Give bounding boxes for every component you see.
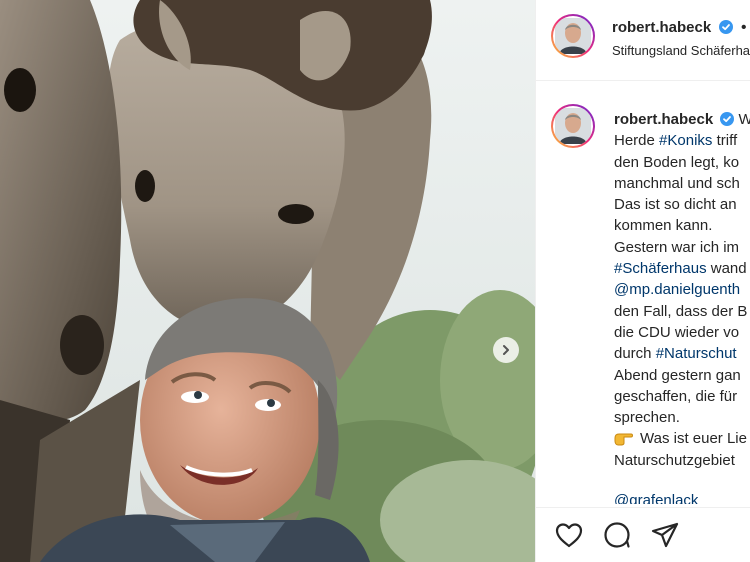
hashtag-schaeferhaus[interactable]: #Schäferhaus [614, 260, 707, 277]
caption-line: manchmal und sch [614, 173, 750, 194]
caption-text: sprechen. [614, 409, 680, 427]
caption-line: #Schäferhaus wand [614, 258, 750, 279]
caption-line: Das ist so dicht an [614, 194, 750, 215]
verified-badge-icon [720, 112, 735, 126]
post-header: robert.habeck • Stiftungsland Schäferhau… [536, 0, 750, 81]
caption-text: Gestern war ich im [614, 238, 740, 256]
caption-line: durch #Naturschut [614, 343, 750, 364]
caption-line: Abend gestern gan [614, 365, 750, 386]
hashtag-koniks[interactable]: #Koniks [659, 132, 712, 149]
caption-text: Herde [614, 132, 660, 150]
caption-text: manchmal und sch [614, 174, 740, 192]
profile-photo-icon [555, 108, 591, 144]
caption-text: Das ist so dicht an [614, 196, 737, 214]
post-caption: robert.habeck W Herde #Koniks triff den … [614, 109, 750, 471]
post-side-panel: robert.habeck • Stiftungsland Schäferhau… [535, 0, 750, 562]
post-photo[interactable] [0, 0, 535, 562]
share-button[interactable] [650, 521, 680, 554]
caption-line: geschaffen, die für [614, 386, 750, 407]
caption-line: Naturschutzgebiet [614, 450, 750, 471]
caption-line: die CDU wieder vo [614, 322, 750, 343]
caption-text: Was ist euer Lie [640, 430, 747, 448]
caption-line: den Boden legt, ko [614, 152, 750, 173]
caption-avatar[interactable] [551, 104, 595, 148]
caption-line: sprechen. [614, 407, 750, 428]
comment-preview-cut: @grafenlack [614, 492, 698, 504]
hashtag-naturschutz[interactable]: #Naturschut [656, 345, 737, 362]
caption-text: kommen kann. [614, 217, 713, 235]
caption-text: triff [712, 132, 738, 150]
comment-mention[interactable]: @grafenlack [614, 492, 698, 504]
post-author-username[interactable]: robert.habeck [612, 19, 711, 36]
caption-line: den Fall, dass der B [614, 301, 750, 322]
pointing-hand-icon [614, 433, 633, 446]
caption-text: Abend gestern gan [614, 366, 741, 384]
heart-icon [555, 523, 583, 548]
caption-first-line: robert.habeck W [614, 109, 750, 130]
mention-link[interactable]: @mp.danielguenth [614, 281, 740, 298]
chevron-right-icon [503, 345, 509, 355]
post-location[interactable]: Stiftungsland Schäferhaus [612, 43, 750, 58]
profile-photo-icon [555, 18, 591, 54]
caption-text: die CDU wieder vo [614, 323, 740, 341]
caption-line: @mp.danielguenth [614, 279, 750, 300]
action-bar [536, 507, 750, 562]
comment-button[interactable] [602, 521, 632, 554]
caption-text: wand [706, 260, 747, 278]
caption-text: Naturschutzgebiet [614, 451, 735, 469]
like-button[interactable] [554, 521, 584, 554]
caption-line: Herde #Koniks triff [614, 130, 750, 151]
caption-text: durch [614, 345, 656, 363]
caption-text: geschaffen, die für [614, 387, 738, 405]
comment-icon [604, 522, 630, 548]
avatar[interactable] [551, 14, 595, 58]
caption-text: den Boden legt, ko [614, 153, 740, 171]
share-icon [651, 522, 679, 548]
caption-line: Gestern war ich im [614, 237, 750, 258]
caption-line: Was ist euer Lie [614, 428, 750, 449]
caption-text: den Fall, dass der B [614, 302, 748, 320]
caption-text: W [739, 111, 750, 128]
caption-line: kommen kann. [614, 215, 750, 236]
verified-badge-icon [718, 20, 733, 34]
separator-dot: • [741, 19, 747, 36]
caption-username[interactable]: robert.habeck [614, 111, 713, 128]
next-photo-button[interactable] [493, 337, 519, 363]
